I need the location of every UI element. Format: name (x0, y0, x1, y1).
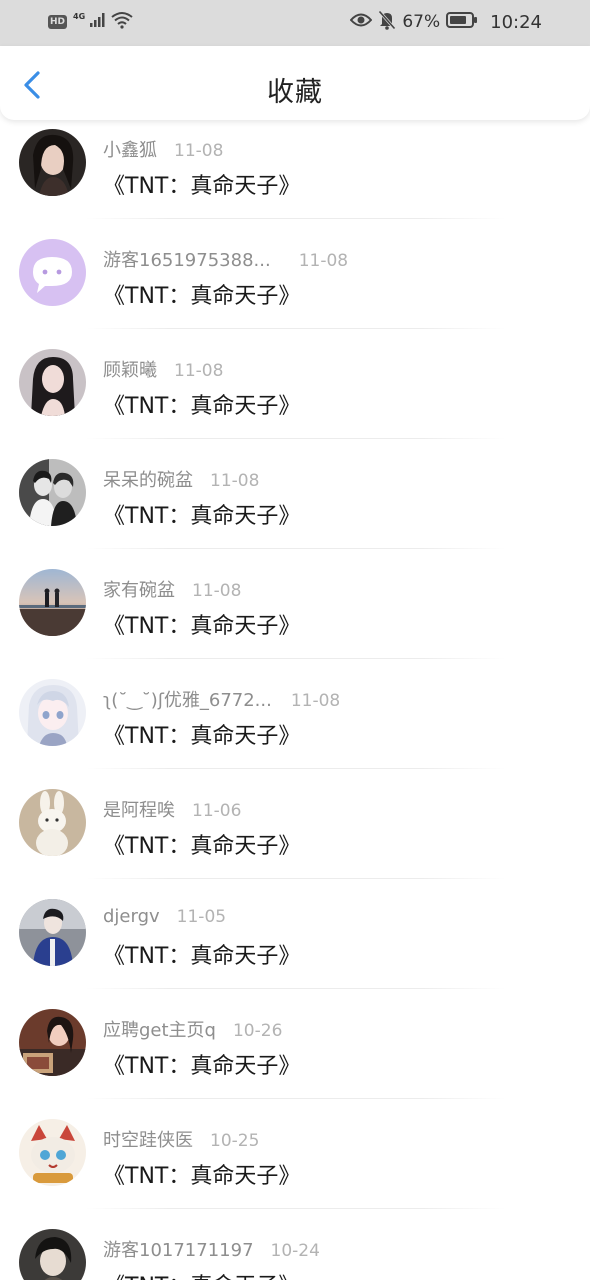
username[interactable]: 是阿程唉 (103, 796, 175, 822)
favorite-item[interactable]: 家有碗盆 11-08 《TNT：真命天子》 (0, 560, 590, 670)
item-title[interactable]: 《TNT：真命天子》 (103, 718, 300, 750)
date: 11-08 (298, 251, 349, 271)
item-title[interactable]: 《TNT：真命天子》 (103, 608, 300, 640)
date: 11-08 (174, 141, 224, 161)
username[interactable]: 时空跬侠医 (103, 1126, 193, 1152)
battery-percent: 67% (402, 12, 441, 32)
item-title[interactable]: 《TNT：真命天子》 (103, 1158, 300, 1190)
clock: 10:24 (490, 11, 542, 33)
divider (86, 988, 506, 989)
divider (86, 328, 506, 329)
favorite-item[interactable]: djergv 11-05 《TNT：真命天子》 (0, 890, 590, 1000)
favorite-item[interactable]: 应聘get主页q 10-26 《TNT：真命天子》 (0, 1000, 590, 1110)
avatar[interactable] (19, 789, 86, 856)
divider (86, 548, 506, 549)
avatar[interactable] (19, 459, 86, 526)
item-title[interactable]: 《TNT：真命天子》 (103, 168, 300, 200)
item-meta: 时空跬侠医 10-25 (103, 1126, 259, 1152)
item-meta: 是阿程唉 11-06 (103, 796, 241, 822)
item-meta: ʅ(˘‿˘)ʃ优雅_6772... 11-08 (103, 686, 340, 712)
item-title[interactable]: 《TNT：真命天子》 (103, 498, 300, 530)
favorite-item[interactable]: 是阿程唉 11-06 《TNT：真命天子》 (0, 780, 590, 890)
item-meta: 呆呆的碗盆 11-08 (103, 466, 259, 492)
status-left: HD 4G (48, 11, 133, 33)
divider (86, 218, 506, 219)
item-meta: 游客1651975388... 11-08 (103, 246, 348, 272)
username[interactable]: 顾颖曦 (103, 356, 157, 382)
date: 10-25 (210, 1131, 260, 1151)
divider (86, 1208, 506, 1209)
item-meta: 小鑫狐 11-08 (103, 136, 223, 162)
divider (86, 878, 506, 879)
item-title[interactable]: 《TNT：真命天子》 (103, 278, 300, 310)
item-title[interactable]: 《TNT：真命天子》 (103, 1048, 300, 1080)
nav-bar: 收藏 (0, 46, 590, 120)
favorite-item[interactable]: 呆呆的碗盆 11-08 《TNT：真命天子》 (0, 450, 590, 560)
signal-icon (89, 12, 107, 32)
mute-bell-icon (378, 10, 396, 35)
item-title[interactable]: 《TNT：真命天子》 (103, 828, 300, 860)
username[interactable]: 游客1651975388... (103, 246, 271, 272)
avatar[interactable] (19, 899, 86, 966)
username[interactable]: djergv (103, 906, 160, 927)
username[interactable]: 呆呆的碗盆 (103, 466, 193, 492)
item-meta: 顾颖曦 11-08 (103, 356, 223, 382)
date: 10-26 (232, 1021, 283, 1041)
divider (86, 438, 506, 439)
date: 11-08 (192, 581, 242, 601)
username[interactable]: 家有碗盆 (103, 576, 175, 602)
favorite-item[interactable]: 游客1651975388... 11-08 《TNT：真命天子》 (0, 230, 590, 340)
divider (86, 1098, 506, 1099)
hd-badge: HD (48, 15, 68, 29)
date: 11-08 (210, 471, 260, 491)
battery-icon (446, 11, 478, 34)
avatar[interactable] (19, 129, 86, 196)
item-title[interactable]: 《TNT：真命天子》 (103, 1268, 300, 1280)
favorite-item[interactable]: ʅ(˘‿˘)ʃ优雅_6772... 11-08 《TNT：真命天子》 (0, 670, 590, 780)
favorite-item[interactable]: 小鑫狐 11-08 《TNT：真命天子》 (0, 120, 590, 230)
item-meta: 应聘get主页q 10-26 (103, 1016, 282, 1042)
date: 11-05 (176, 907, 227, 927)
username[interactable]: 应聘get主页q (103, 1016, 216, 1042)
item-title[interactable]: 《TNT：真命天子》 (103, 938, 300, 970)
divider (86, 768, 506, 769)
divider (86, 658, 506, 659)
eye-icon (349, 12, 373, 33)
avatar[interactable] (19, 239, 86, 306)
avatar[interactable] (19, 1229, 86, 1280)
username[interactable]: 游客1017171197 (103, 1236, 254, 1262)
page-title: 收藏 (267, 77, 323, 108)
status-right: 67% 10:24 (349, 10, 542, 35)
item-meta: 家有碗盆 11-08 (103, 576, 241, 602)
avatar[interactable] (19, 679, 86, 746)
item-title[interactable]: 《TNT：真命天子》 (103, 388, 300, 420)
wifi-icon (111, 11, 133, 33)
avatar[interactable] (19, 569, 86, 636)
username[interactable]: 小鑫狐 (103, 136, 157, 162)
avatar[interactable] (19, 349, 86, 416)
avatar[interactable] (19, 1119, 86, 1186)
date: 11-08 (174, 361, 224, 381)
date: 11-06 (192, 801, 242, 821)
status-bar: HD 4G 67% 10:24 (0, 0, 590, 46)
item-meta: djergv 11-05 (103, 906, 226, 927)
favorite-item[interactable]: 时空跬侠医 10-25 《TNT：真命天子》 (0, 1110, 590, 1220)
date: 11-08 (290, 691, 341, 711)
avatar[interactable] (19, 1009, 86, 1076)
username[interactable]: ʅ(˘‿˘)ʃ优雅_6772... (103, 686, 272, 712)
date: 10-24 (270, 1241, 320, 1261)
favorite-item[interactable]: 顾颖曦 11-08 《TNT：真命天子》 (0, 340, 590, 450)
network-type: 4G (73, 11, 86, 21)
favorite-item[interactable]: 游客1017171197 10-24 《TNT：真命天子》 (0, 1220, 590, 1280)
item-meta: 游客1017171197 10-24 (103, 1236, 320, 1262)
